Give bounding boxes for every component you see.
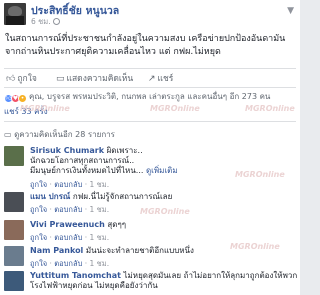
comment-body: Nam Pankol มันน่ะจะทำลายชาติอีกแบบหนึ่ง	[30, 246, 194, 256]
comment-actions: ถูกใจ · ตอบกลับ · 1 ชม.	[30, 259, 110, 268]
watermark: MGROnline	[245, 104, 295, 113]
post-text-line: จากถ่านหินประกาศยุติความเคลื่อนไหว แต่ ก…	[5, 47, 221, 57]
facebook-post: ประสิทธิ์ชัย หนูนวล 6 ชม. ▼ ในสถานการณ์ท…	[0, 0, 300, 295]
comment-like-link[interactable]: ถูกใจ	[30, 205, 47, 214]
watermark: MGROnline	[230, 242, 280, 251]
comment-actions: ถูกใจ · ตอบกลับ · 1 ชม.	[30, 205, 110, 214]
comment-text: สุดๆๆ	[107, 220, 127, 229]
reactions-summary[interactable]: 👍︎♥ • คุณ, บรูจรส พรหมประวิติ, กนกพล เล่าต…	[4, 90, 298, 103]
comment-text: กฟผ.นี่ไม่รู้จักสถานการณ์เลย	[72, 192, 173, 201]
view-more-comments[interactable]: ▭ ดูความคิดเห็นอีก 28 รายการ	[4, 128, 115, 141]
comment-time[interactable]: 1 ชม.	[90, 205, 110, 214]
commenter-name[interactable]: Sirisuk Chumark	[30, 146, 104, 155]
share-icon: ↗	[148, 74, 156, 84]
thumbs-up-icon: 👍︎	[6, 74, 16, 84]
post-meta: 6 ชม.	[31, 16, 60, 28]
comment-actions: ถูกใจ · ตอบกลับ · 1 ชม.	[30, 180, 110, 189]
author-avatar[interactable]	[4, 3, 26, 25]
divider	[4, 87, 296, 88]
commenter-avatar[interactable]	[4, 271, 24, 291]
comment-text: ไม่หยุดสุดมันเลย ถ้าไม่อยากให้ลุกมาถูกต้…	[123, 271, 298, 280]
watermark: MGROnline	[235, 170, 285, 179]
comment-body: แมน ปกรณ์ กฟผ.นี่ไม่รู้จักสถานการณ์เลย	[30, 192, 172, 202]
comment-like-link[interactable]: ถูกใจ	[30, 180, 47, 189]
comment-reply-link[interactable]: ตอบกลับ	[54, 205, 82, 214]
commenter-avatar[interactable]	[4, 246, 24, 266]
watermark: MGROnline	[140, 207, 190, 216]
comment-like-link[interactable]: ถูกใจ	[30, 233, 47, 242]
comment-text: มีมนุษย์การเงินทั้งหมดไปที่ไหน...	[30, 166, 144, 175]
share-button[interactable]: ↗ แชร์	[148, 71, 173, 85]
comment-text: โรงไฟฟ้าหยุดก่อน ไม่หยุดคือยังว่ากัน	[30, 281, 158, 290]
commenter-name[interactable]: Vivi Praweenuch	[30, 220, 105, 229]
commenter-name[interactable]: Nam Pankol	[30, 246, 83, 255]
commenter-avatar[interactable]	[4, 146, 24, 166]
commenter-avatar[interactable]	[4, 192, 24, 212]
divider	[4, 121, 296, 122]
comment-body: Yuttitum Tanomchat ไม่หยุดสุดมันเลย ถ้าไ…	[30, 271, 297, 291]
commenter-name[interactable]: แมน ปกรณ์	[30, 192, 70, 201]
comment-text: ผิดเพราะ..	[106, 146, 143, 155]
chevron-down-icon[interactable]: ▼	[287, 6, 294, 16]
post-text: ในสถานการณ์ที่ประชาชนกำลังอยู่ในความสงบ …	[5, 33, 297, 59]
post-actions: 👍︎ ถูกใจ ▭ แสดงความคิดเห็น ↗ แชร์	[0, 70, 300, 86]
comment-like-link[interactable]: ถูกใจ	[30, 259, 47, 268]
see-more-link[interactable]: ดูเพิ่มเติม	[146, 166, 178, 175]
comment-body: Vivi Praweenuch สุดๆๆ	[30, 220, 126, 230]
divider	[4, 68, 296, 69]
comment-time[interactable]: 1 ชม.	[90, 180, 110, 189]
comment-reply-link[interactable]: ตอบกลับ	[54, 259, 82, 268]
comment-icon: ▭	[4, 130, 15, 139]
globe-icon	[52, 18, 60, 25]
post-header: ประสิทธิ์ชัย หนูนวล 6 ชม. ▼	[0, 0, 300, 28]
comment-text: มันน่ะจะทำลายชาติอีกแบบหนึ่ง	[85, 246, 194, 255]
comment-reply-link[interactable]: ตอบกลับ	[54, 180, 82, 189]
comment-time[interactable]: 1 ชม.	[90, 233, 110, 242]
comment-button[interactable]: ▭ แสดงความคิดเห็น	[56, 71, 133, 85]
comment-body: Sirisuk Chumark ผิดเพราะ.. นักฉวยโอกาสทุ…	[30, 146, 178, 176]
comment-reply-link[interactable]: ตอบกลับ	[54, 233, 82, 242]
like-button[interactable]: 👍︎ ถูกใจ	[6, 71, 37, 85]
post-time[interactable]: 6 ชม.	[31, 17, 51, 26]
wow-reaction-icon: •	[18, 94, 27, 103]
post-text-line: ในสถานการณ์ที่ประชาชนกำลังอยู่ในความสงบ …	[5, 34, 286, 44]
comment-text: นักฉวยโอกาสทุกสถานการณ์..	[30, 156, 135, 165]
comment-time[interactable]: 1 ชม.	[90, 259, 110, 268]
watermark: MGROnline	[20, 104, 70, 113]
reactions-text: คุณ, บรูจรส พรหมประวิติ, กนกพล เล่าตระกู…	[29, 92, 271, 101]
comment-actions: ถูกใจ · ตอบกลับ · 1 ชม.	[30, 233, 110, 242]
commenter-name[interactable]: Yuttitum Tanomchat	[30, 271, 121, 280]
comment-icon: ▭	[56, 74, 65, 84]
commenter-avatar[interactable]	[4, 220, 24, 240]
watermark: MGROnline	[150, 104, 200, 113]
